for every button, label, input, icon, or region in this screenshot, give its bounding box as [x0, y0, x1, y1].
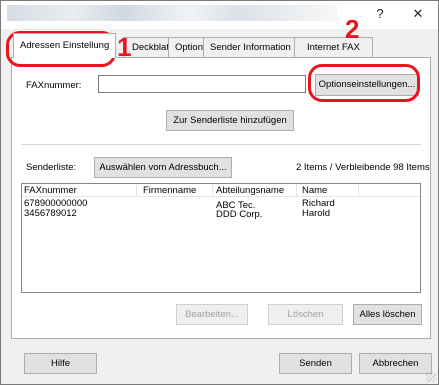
resize-grip-icon[interactable] [426, 372, 436, 382]
title-bar[interactable]: ? ✕ [1, 1, 438, 29]
column-name[interactable]: Name [297, 184, 359, 197]
senderlist-table[interactable]: FAXnummer Firmenname Abteilungsname Name… [21, 183, 421, 293]
select-from-addressbook-button[interactable]: Auswählen vom Adressbuch... [94, 157, 232, 178]
add-to-senderlist-button[interactable]: Zur Senderliste hinzufügen [166, 110, 294, 131]
send-button[interactable]: Senden [279, 353, 352, 374]
delete-button[interactable]: Löschen [268, 304, 343, 325]
help-button[interactable]: Hilfe [24, 353, 97, 374]
column-abteilungsname[interactable]: Abteilungsname [213, 184, 297, 197]
table-header: FAXnummer Firmenname Abteilungsname Name [22, 184, 420, 197]
callout-number-1: 1 [117, 32, 132, 62]
column-firmenname[interactable]: Firmenname [137, 184, 213, 197]
callout-oval-options [308, 64, 420, 102]
blurred-title [7, 5, 337, 21]
row-name-cell: Harold [302, 208, 330, 219]
senderlist-status: 2 Items / Verbleibende 98 Items [296, 162, 430, 173]
fax-number-label: FAXnummer: [26, 80, 82, 91]
divider [21, 144, 421, 145]
tab-sender-information[interactable]: Sender Information [203, 37, 298, 57]
callout-number-2: 2 [345, 14, 360, 44]
row-fax-cell: 3456789012 [24, 208, 77, 219]
delete-all-button[interactable]: Alles löschen [353, 304, 422, 325]
tab-adressen-einstellung[interactable]: Adressen Einstellung [13, 33, 117, 58]
tab-internet-fax[interactable]: Internet FAX [294, 37, 373, 57]
cancel-button[interactable]: Abbrechen [359, 353, 432, 374]
edit-button[interactable]: Bearbeiten... [176, 304, 248, 325]
senderlist-label: Senderliste: [26, 162, 77, 173]
column-faxnummer[interactable]: FAXnummer [22, 184, 137, 197]
help-icon[interactable]: ? [371, 6, 389, 22]
tab-strip: Adressen Einstellung Deckblatt Option Se… [11, 33, 431, 58]
row-department-cell: DDD Corp. [216, 209, 263, 220]
close-icon[interactable]: ✕ [409, 6, 427, 22]
fax-number-input[interactable] [98, 75, 306, 93]
fax-dialog-window: ? ✕ Adressen Einstellung Deckblatt Optio… [0, 0, 439, 385]
